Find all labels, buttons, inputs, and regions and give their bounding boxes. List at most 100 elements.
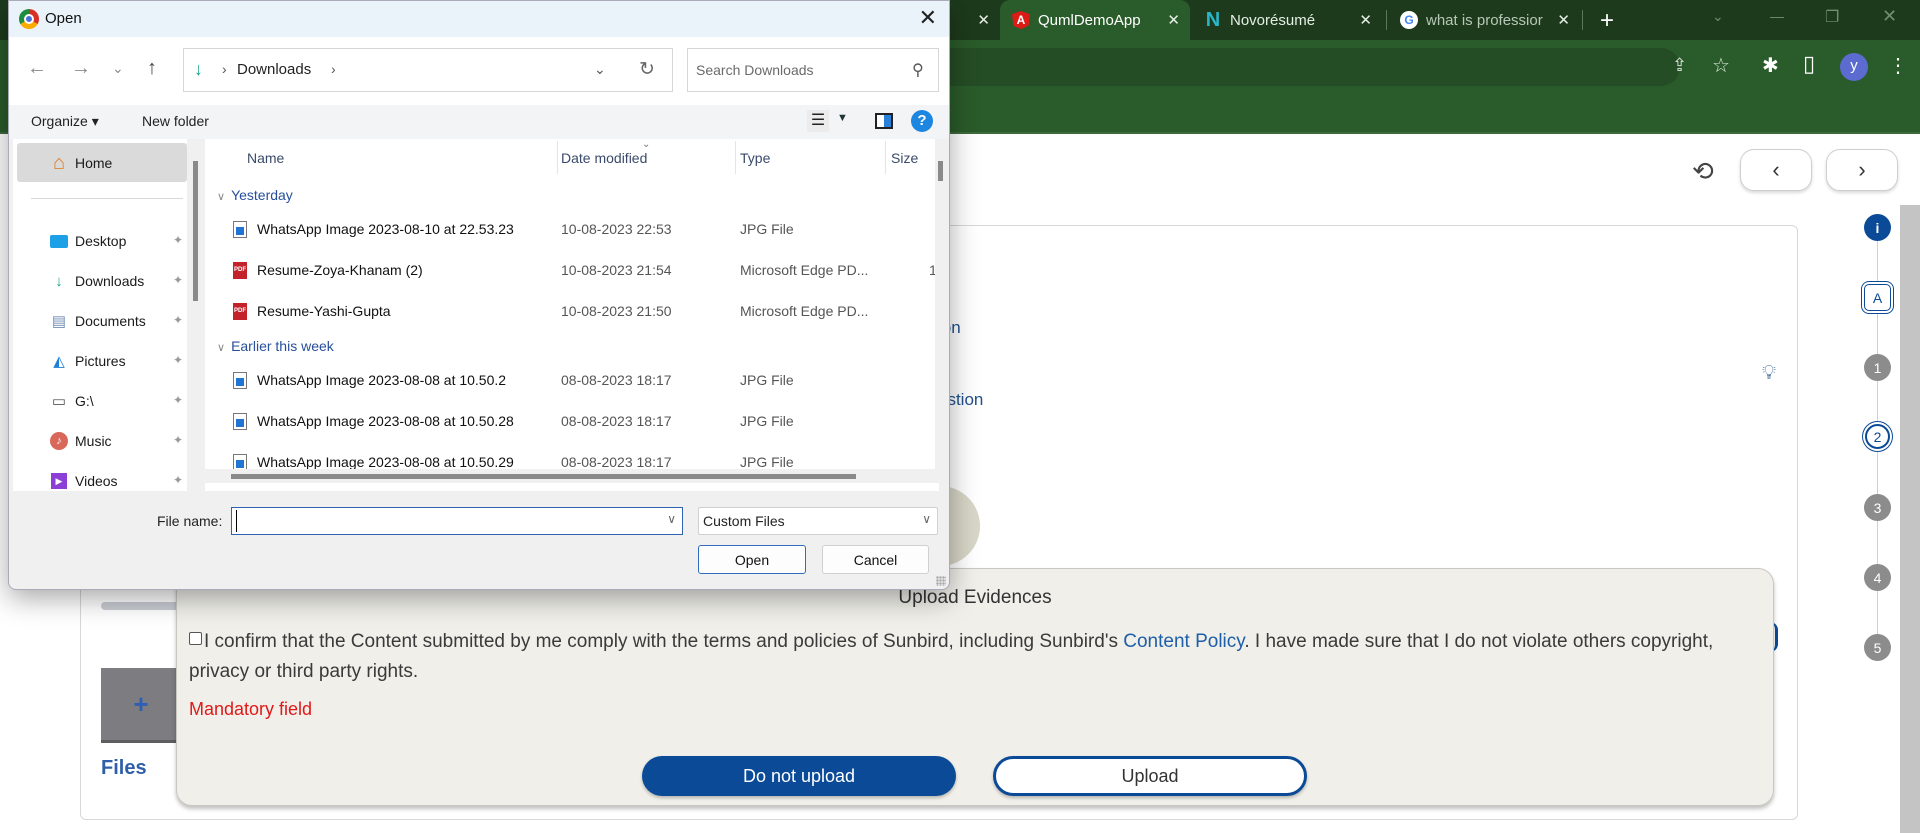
cancel-button[interactable]: Cancel bbox=[822, 545, 929, 574]
browser-tab-active[interactable]: A QumlDemoApp ✕ bbox=[1000, 0, 1190, 40]
file-row[interactable]: WhatsApp Image 2023-08-10 at 22.53.23 10… bbox=[205, 211, 945, 247]
step-1[interactable]: 1 bbox=[1864, 354, 1891, 381]
share-icon[interactable]: ⇪ bbox=[1672, 55, 1687, 76]
file-name-input[interactable] bbox=[236, 510, 646, 532]
new-tab-button[interactable]: + bbox=[1600, 7, 1614, 35]
step-5[interactable]: 5 bbox=[1864, 634, 1891, 661]
column-divider[interactable] bbox=[885, 141, 886, 174]
file-row[interactable]: PDF Resume-Zoya-Khanam (2) 10-08-2023 21… bbox=[205, 252, 945, 288]
address-bar[interactable]: ↓ › Downloads › ⌄ ↻ bbox=[183, 48, 673, 92]
organize-menu[interactable]: Organize ▾ bbox=[31, 113, 99, 130]
pin-icon[interactable]: ✦ bbox=[173, 313, 183, 327]
file-row[interactable]: PDF Resume-Yashi-Gupta 10-08-2023 21:50 … bbox=[205, 293, 945, 329]
nav-item-pictures[interactable]: ◭ Pictures bbox=[49, 349, 125, 373]
nav-pane-scrollbar[interactable] bbox=[191, 146, 201, 491]
file-name-combobox[interactable]: ∨ bbox=[231, 507, 683, 535]
content-policy-link[interactable]: Content Policy bbox=[1123, 631, 1244, 652]
previous-button[interactable]: ‹ bbox=[1740, 149, 1812, 191]
pin-icon[interactable]: ✦ bbox=[173, 473, 183, 487]
forward-arrow-icon[interactable]: → bbox=[71, 57, 91, 80]
pin-icon[interactable]: ✦ bbox=[173, 353, 183, 367]
scrollbar-thumb[interactable] bbox=[938, 161, 943, 181]
nav-item-music[interactable]: ♪ Music bbox=[49, 429, 112, 453]
column-header-date[interactable]: Date modified bbox=[561, 150, 647, 166]
column-header-size[interactable]: Size bbox=[891, 150, 918, 166]
scrollbar-thumb[interactable] bbox=[231, 474, 856, 479]
side-panel-icon[interactable]: ▯ bbox=[1803, 51, 1815, 77]
address-dropdown-icon[interactable]: ⌄ bbox=[594, 61, 606, 78]
new-folder-button[interactable]: New folder bbox=[142, 113, 209, 129]
view-options-dropdown[interactable]: ▼ bbox=[837, 112, 848, 124]
search-box[interactable]: ⚲ bbox=[687, 48, 939, 92]
file-row[interactable]: WhatsApp Image 2023-08-08 at 10.50.28 08… bbox=[205, 403, 945, 439]
extensions-icon[interactable]: ✱ bbox=[1762, 53, 1779, 78]
rotate-icon[interactable]: ⟲ bbox=[1692, 156, 1714, 187]
nav-item-desktop[interactable]: Desktop bbox=[49, 229, 126, 253]
window-close-button[interactable]: ✕ bbox=[1882, 6, 1897, 27]
help-icon[interactable]: ? bbox=[911, 110, 933, 132]
dialog-title-bar[interactable]: Open ✕ bbox=[9, 1, 949, 37]
scrollbar-thumb[interactable] bbox=[193, 161, 198, 301]
close-icon[interactable]: ✕ bbox=[1557, 11, 1570, 29]
open-button[interactable]: Open bbox=[698, 545, 806, 574]
group-header-yesterday[interactable]: ∨ Yesterday bbox=[217, 187, 293, 203]
up-arrow-icon[interactable]: ↑ bbox=[147, 57, 157, 80]
breadcrumb-separator[interactable]: › bbox=[331, 61, 336, 77]
chevron-down-icon[interactable]: ∨ bbox=[667, 512, 676, 526]
close-icon[interactable]: ✕ bbox=[1167, 11, 1180, 29]
do-not-upload-button[interactable]: Do not upload bbox=[642, 756, 956, 796]
step-answer[interactable]: A bbox=[1864, 284, 1891, 311]
nav-item-downloads[interactable]: ↓ Downloads bbox=[49, 269, 144, 293]
confirm-checkbox[interactable] bbox=[189, 632, 202, 645]
pin-icon[interactable]: ✦ bbox=[173, 393, 183, 407]
close-icon[interactable]: ✕ bbox=[1359, 11, 1372, 29]
nav-item-g-drive[interactable]: ▭ G:\ bbox=[49, 389, 94, 413]
address-bar[interactable] bbox=[900, 48, 1680, 86]
browser-tab[interactable]: N Novorésumé ✕ bbox=[1192, 0, 1382, 40]
restore-button[interactable]: ❐ bbox=[1825, 7, 1839, 27]
group-header-earlier-this-week[interactable]: ∨ Earlier this week bbox=[217, 338, 334, 354]
file-type-filter[interactable]: Custom Files ∨ bbox=[698, 507, 938, 535]
lightbulb-hint-icon[interactable]: 💡︎ bbox=[1762, 362, 1776, 385]
search-input[interactable] bbox=[696, 49, 896, 91]
nav-item-home[interactable]: ⌂ Home bbox=[49, 151, 112, 175]
minimize-button[interactable]: — bbox=[1770, 8, 1784, 24]
preview-pane-icon[interactable] bbox=[875, 113, 893, 129]
file-list-horizontal-scrollbar[interactable] bbox=[205, 469, 939, 483]
refresh-icon[interactable]: ↻ bbox=[639, 58, 655, 81]
nav-item-videos[interactable]: ▶ Videos bbox=[49, 469, 118, 493]
step-info[interactable]: i bbox=[1864, 214, 1891, 241]
dialog-close-button[interactable]: ✕ bbox=[919, 5, 937, 31]
resize-grip[interactable] bbox=[936, 576, 946, 586]
file-row[interactable]: WhatsApp Image 2023-08-08 at 10.50.29 08… bbox=[205, 444, 945, 469]
file-list-vertical-scrollbar[interactable] bbox=[935, 139, 947, 469]
file-row[interactable]: WhatsApp Image 2023-08-08 at 10.50.2 08-… bbox=[205, 362, 945, 398]
column-header-type[interactable]: Type bbox=[740, 150, 770, 166]
add-file-button[interactable]: + bbox=[101, 668, 181, 743]
search-icon[interactable]: ⚲ bbox=[912, 60, 924, 80]
page-scrollbar[interactable] bbox=[1900, 205, 1920, 833]
profile-avatar[interactable]: y bbox=[1840, 53, 1868, 81]
step-4[interactable]: 4 bbox=[1864, 564, 1891, 591]
search-tabs-button[interactable]: ⌄ bbox=[1712, 8, 1724, 25]
recent-locations-icon[interactable]: ⌄ bbox=[112, 60, 124, 77]
view-list-icon[interactable]: ☰ bbox=[807, 110, 829, 132]
step-2-current[interactable]: 2 bbox=[1865, 424, 1890, 449]
back-arrow-icon[interactable]: ← bbox=[27, 57, 47, 80]
chevron-down-icon[interactable]: ∨ bbox=[922, 512, 931, 526]
column-divider[interactable] bbox=[557, 141, 558, 174]
nav-item-documents[interactable]: ▤ Documents bbox=[49, 309, 146, 333]
step-3[interactable]: 3 bbox=[1864, 494, 1891, 521]
pin-icon[interactable]: ✦ bbox=[173, 273, 183, 287]
breadcrumb-separator[interactable]: › bbox=[222, 61, 227, 77]
browser-tab[interactable]: G what is professior ✕ bbox=[1390, 0, 1580, 40]
upload-button[interactable]: Upload bbox=[993, 756, 1307, 796]
pin-icon[interactable]: ✦ bbox=[173, 433, 183, 447]
column-divider[interactable] bbox=[735, 141, 736, 174]
pin-icon[interactable]: ✦ bbox=[173, 233, 183, 247]
next-button[interactable]: › bbox=[1826, 149, 1898, 191]
browser-menu-icon[interactable]: ⋮ bbox=[1888, 53, 1908, 78]
column-header-name[interactable]: Name bbox=[247, 150, 284, 166]
close-icon[interactable]: ✕ bbox=[977, 11, 990, 29]
breadcrumb-downloads[interactable]: Downloads bbox=[237, 61, 311, 78]
